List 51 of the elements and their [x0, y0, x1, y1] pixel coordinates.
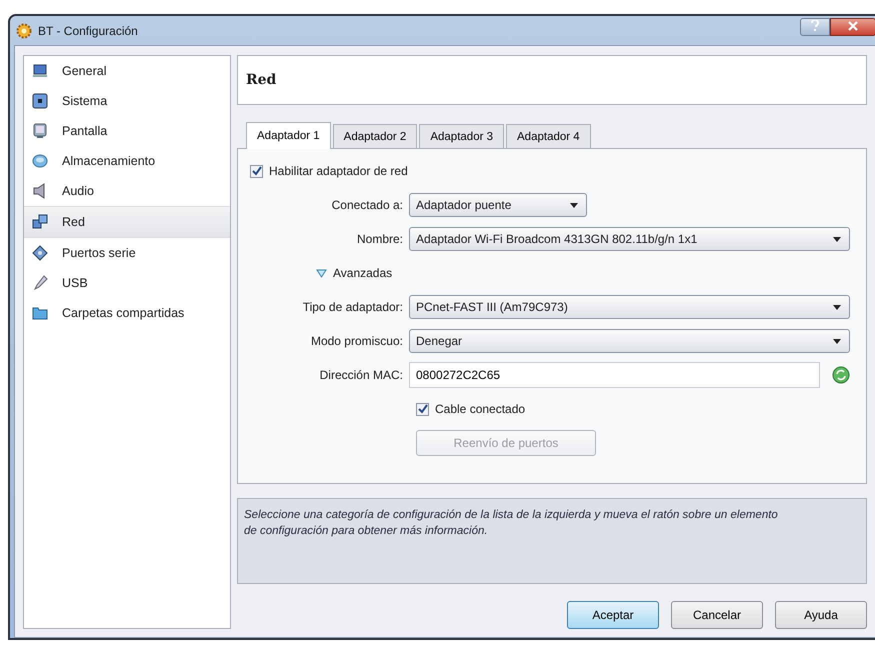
info-text: Seleccione una categoría de configuración de la lista de la izquierda y mueva el ratón sobre un elemento de configuración para obtener más información. — [237, 498, 867, 584]
dropdown[interactable]: Adaptador puente — [409, 193, 587, 217]
gear-icon — [16, 22, 32, 38]
category-item[interactable]: Red — [24, 206, 230, 238]
disk-icon — [32, 153, 48, 169]
field-label: Modo promiscuo: — [310, 334, 404, 348]
tab[interactable]: Adaptador 1 — [246, 122, 331, 149]
display-icon — [32, 123, 48, 139]
dialog-button[interactable]: Aceptar — [567, 601, 659, 629]
category-item[interactable]: Pantalla — [24, 116, 230, 146]
dropdown-arrow-icon — [833, 338, 841, 344]
category-item[interactable]: Puertos serie — [24, 238, 230, 268]
checkbox[interactable] — [250, 164, 263, 178]
tab[interactable]: Adaptador 4 — [506, 124, 591, 148]
section-title: Red — [237, 55, 867, 105]
field-label: Dirección MAC: — [318, 368, 404, 382]
checkbox-label: Cable conectado — [435, 402, 526, 416]
checkbox-label: Habilitar adaptador de red — [269, 164, 408, 178]
field-label: Nombre: — [356, 232, 404, 246]
question-mark-icon — [811, 20, 819, 31]
dialog-button[interactable]: Ayuda — [775, 601, 867, 629]
dropdown[interactable]: Denegar — [409, 329, 850, 353]
monitor-icon — [32, 63, 48, 79]
dropdown[interactable]: Adaptador Wi-Fi Broadcom 4313GN 802.11b/g/n 1x1 — [409, 227, 850, 251]
category-item[interactable]: Almacenamiento — [24, 146, 230, 176]
tab[interactable]: Adaptador 2 — [332, 124, 418, 148]
dropdown-arrow-icon — [833, 236, 841, 242]
dropdown-arrow-icon — [833, 304, 841, 310]
dialog-button[interactable]: Cancelar — [671, 601, 763, 629]
checkbox[interactable] — [416, 402, 429, 416]
dropdown-arrow-icon — [570, 202, 578, 208]
category-item[interactable]: General — [24, 56, 230, 86]
section-toggle[interactable]: Avanzadas — [333, 266, 392, 280]
help-button[interactable] — [800, 18, 830, 36]
folder-icon — [32, 305, 48, 321]
chip-icon — [32, 93, 48, 109]
network-icon — [32, 214, 48, 230]
mac-address-field[interactable]: 0800272C2C65 — [409, 362, 820, 388]
category-item[interactable]: Sistema — [24, 86, 230, 116]
category-item[interactable]: USB — [24, 268, 230, 298]
close-button[interactable] — [830, 18, 875, 36]
field-label: Tipo de adaptador: — [302, 300, 404, 314]
dropdown[interactable]: PCnet-FAST III (Am79C973) — [409, 295, 850, 319]
tab[interactable]: Adaptador 3 — [419, 124, 504, 148]
category-item[interactable]: Carpetas compartidas — [24, 298, 230, 328]
refresh-icon[interactable] — [832, 366, 850, 384]
pen-icon — [32, 275, 48, 291]
field-label: Conectado a: — [330, 198, 404, 212]
close-icon — [848, 21, 858, 31]
category-item[interactable]: Audio — [24, 176, 230, 206]
window-title: BT - Configuración — [38, 24, 138, 38]
